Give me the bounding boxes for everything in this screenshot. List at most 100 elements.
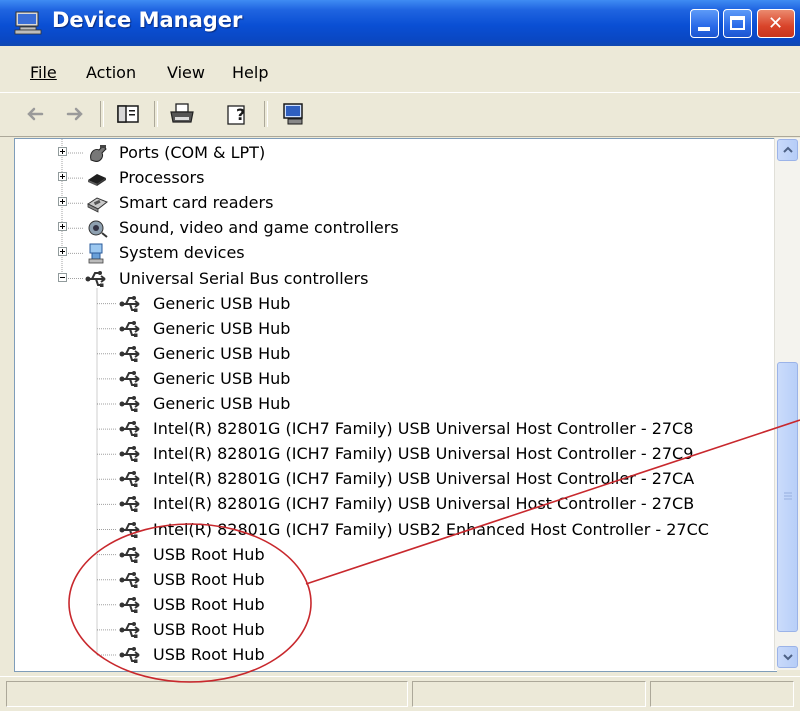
tree-device-row[interactable]: USB Root Hub <box>15 568 775 593</box>
usb-icon <box>119 546 140 563</box>
system-device-icon <box>88 243 104 264</box>
tree-device-row[interactable]: Generic USB Hub <box>15 392 775 417</box>
usb-icon <box>119 471 140 488</box>
tree-device-row[interactable]: Generic USB Hub <box>15 292 775 317</box>
tree-device-row[interactable]: USB Root Hub <box>15 593 775 618</box>
tree-category-label: Sound, video and game controllers <box>119 218 399 238</box>
expand-icon[interactable] <box>58 197 67 207</box>
toolbar: ? <box>0 92 800 137</box>
usb-icon <box>119 320 140 337</box>
toolbar-separator <box>264 101 268 127</box>
usb-icon <box>119 496 140 513</box>
computer-icon <box>14 11 42 35</box>
usb-icon <box>119 647 140 663</box>
processor-icon <box>88 174 106 187</box>
menu-help[interactable]: Help <box>232 63 268 82</box>
print-icon[interactable] <box>168 100 196 128</box>
tree-device-row[interactable]: Intel(R) 82801G (ICH7 Family) USB Univer… <box>15 442 775 467</box>
scroll-down-button[interactable] <box>777 646 798 668</box>
tree-category-row[interactable]: Ports (COM & LPT) <box>15 141 775 166</box>
toolbar-separator <box>154 101 158 127</box>
back-icon[interactable] <box>22 100 50 128</box>
expand-icon[interactable] <box>58 222 67 232</box>
tree-device-label: USB Root Hub <box>153 645 265 664</box>
tree-device-label: USB Root Hub <box>153 569 265 589</box>
usb-icon <box>119 571 140 588</box>
tree-category-row[interactable]: System devices <box>15 241 775 266</box>
tree-device-label: USB Root Hub <box>153 594 265 614</box>
vertical-scrollbar[interactable] <box>774 138 800 670</box>
tree-device-label: Generic USB Hub <box>153 368 291 388</box>
console-tree-icon[interactable] <box>114 100 142 128</box>
tree-category-row[interactable]: Processors <box>15 166 775 191</box>
usb-icon <box>119 521 140 538</box>
status-bar <box>0 676 800 711</box>
tree-device-label: Intel(R) 82801G (ICH7 Family) USB2 Enhan… <box>153 519 709 539</box>
maximize-icon <box>730 16 745 30</box>
minimize-button[interactable] <box>690 9 719 38</box>
expand-icon[interactable] <box>58 147 67 156</box>
tree-device-row[interactable]: Generic USB Hub <box>15 342 775 367</box>
scroll-up-button[interactable] <box>777 139 798 161</box>
tree-device-row[interactable]: USB Root Hub <box>15 643 775 668</box>
device-tree[interactable]: Ports (COM & LPT) Processors Smart card re… <box>14 138 777 672</box>
usb-icon <box>119 421 140 438</box>
tree-device-row[interactable]: Generic USB Hub <box>15 317 775 342</box>
tree-category-label: System devices <box>119 243 245 263</box>
tree-device-row[interactable]: Intel(R) 82801G (ICH7 Family) USB Univer… <box>15 417 775 442</box>
maximize-button[interactable] <box>723 9 752 38</box>
scan-hardware-icon[interactable] <box>280 100 308 128</box>
usb-icon <box>119 345 140 362</box>
tree-device-row[interactable]: Intel(R) 82801G (ICH7 Family) USB Univer… <box>15 492 775 517</box>
usb-icon <box>119 370 140 387</box>
title-bar[interactable]: Device Manager ✕ <box>0 0 800 46</box>
usb-icon <box>119 621 140 638</box>
usb-icon <box>119 596 140 613</box>
port-icon <box>90 145 107 162</box>
menu-view[interactable]: View <box>167 63 205 82</box>
svg-text:?: ? <box>236 105 245 124</box>
tree-device-label: USB Root Hub <box>153 544 265 564</box>
tree-device-label: Intel(R) 82801G (ICH7 Family) USB Univer… <box>153 494 695 514</box>
usb-icon <box>85 270 106 287</box>
scrollbar-thumb[interactable] <box>777 362 798 632</box>
tree-device-row[interactable]: Intel(R) 82801G (ICH7 Family) USB2 Enhan… <box>15 518 775 543</box>
usb-icon <box>119 295 140 312</box>
forward-icon[interactable] <box>60 100 88 128</box>
tree-device-label: Generic USB Hub <box>153 343 291 363</box>
menu-file[interactable]: File <box>30 63 57 82</box>
usb-icon <box>119 396 140 412</box>
tree-category-row[interactable]: Sound, video and game controllers <box>15 216 775 241</box>
menu-action[interactable]: Action <box>86 63 136 82</box>
close-button[interactable]: ✕ <box>757 9 795 38</box>
tree-category-label: Universal Serial Bus controllers <box>119 268 369 288</box>
close-icon: ✕ <box>768 13 784 34</box>
chevron-down-icon <box>783 654 793 661</box>
tree-device-row[interactable]: Generic USB Hub <box>15 367 775 392</box>
smartcard-icon <box>87 197 108 213</box>
expand-icon[interactable] <box>58 172 67 182</box>
tree-device-label: Generic USB Hub <box>153 318 291 338</box>
tree-device-label: Generic USB Hub <box>153 293 291 313</box>
tree-category-label: Smart card readers <box>119 193 274 213</box>
chevron-up-icon <box>783 146 793 153</box>
tree-device-row[interactable]: Intel(R) 82801G (ICH7 Family) USB Univer… <box>15 467 775 492</box>
window-title: Device Manager <box>52 8 243 32</box>
tree-category-row[interactable]: Universal Serial Bus controllers <box>15 267 775 292</box>
menu-file-label: File <box>30 63 57 82</box>
expand-icon[interactable] <box>58 247 67 257</box>
usb-icon <box>119 446 140 463</box>
tree-device-row[interactable]: USB Root Hub <box>15 543 775 568</box>
collapse-icon[interactable] <box>58 272 67 282</box>
minimize-icon <box>698 27 710 31</box>
tree-device-label: Intel(R) 82801G (ICH7 Family) USB Univer… <box>153 469 695 489</box>
status-panel <box>412 681 646 707</box>
tree-category-label: Processors <box>119 168 205 188</box>
menu-bar: File Action View Help <box>0 54 800 90</box>
tree-category-row[interactable]: Smart card readers <box>15 191 775 216</box>
toolbar-separator <box>100 101 104 127</box>
tree-device-label: Generic USB Hub <box>153 394 291 413</box>
tree-device-row[interactable]: USB Root Hub <box>15 618 775 643</box>
help-properties-icon[interactable]: ? <box>224 100 252 128</box>
sound-icon <box>88 220 108 239</box>
